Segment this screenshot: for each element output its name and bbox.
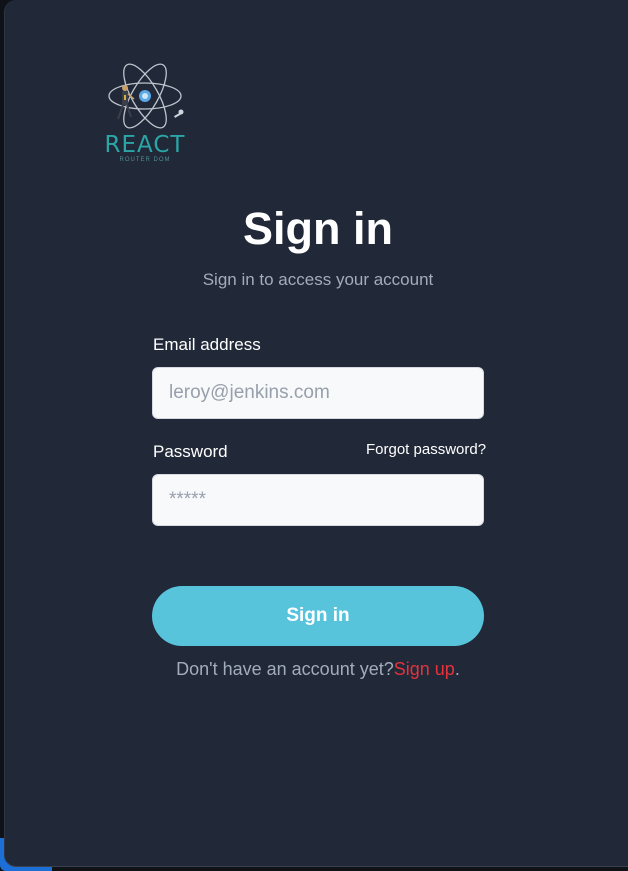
password-field[interactable] [152,474,484,526]
forgot-password-link[interactable]: Forgot password? [366,441,486,458]
signup-period: . [454,659,460,679]
email-label: Email address [153,335,261,354]
page-title: Sign in [243,203,393,254]
signup-prompt-text: Don't have an account yet? [176,659,394,679]
react-atom-logo-icon [108,63,184,129]
logo-wordmark: REACT [104,132,186,158]
sign-up-link[interactable]: Sign up [394,659,455,679]
sign-in-button[interactable]: Sign in [152,586,484,646]
logo-subwordmark: ROUTER DOM [119,157,171,163]
react-router-logo: REACT ROUTER DOM [88,62,202,168]
page-subtitle: Sign in to access your account [202,270,434,289]
password-label: Password [153,442,228,461]
figure-graphic [117,85,135,120]
signup-prompt: Don't have an account yet?Sign up. [4,659,628,680]
email-field[interactable] [152,367,484,419]
